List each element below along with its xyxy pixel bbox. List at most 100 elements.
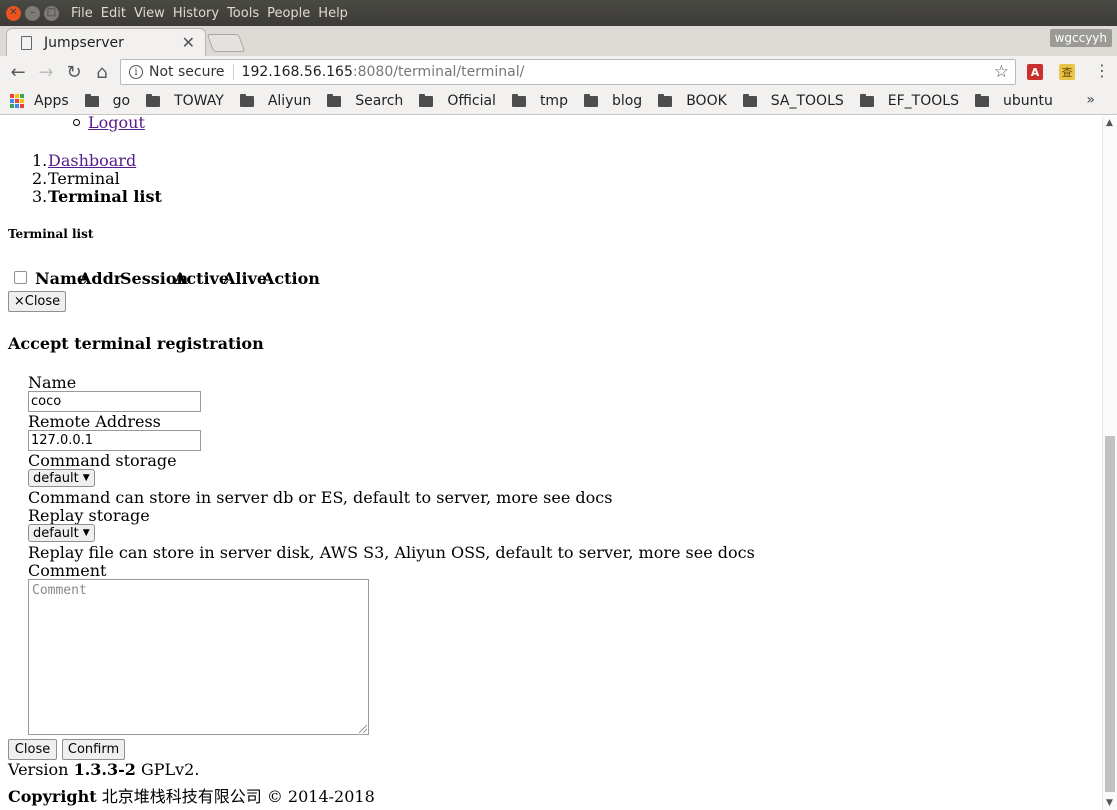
name-input[interactable]: coco xyxy=(28,391,201,412)
scroll-down-icon[interactable]: ▼ xyxy=(1106,798,1113,808)
tab-title: Jumpserver xyxy=(44,34,124,51)
remote-address-input[interactable]: 127.0.0.1 xyxy=(28,430,201,451)
window-close-icon[interactable]: ✕ xyxy=(6,5,21,21)
select-all-checkbox[interactable] xyxy=(14,271,27,284)
menu-history[interactable]: History xyxy=(173,6,219,21)
modal-close-button[interactable]: Close xyxy=(8,739,57,760)
close-x-button[interactable]: ×Close xyxy=(8,291,66,312)
company-name: 北京堆栈科技有限公司 xyxy=(101,787,262,806)
window-maximize-icon[interactable]: □ xyxy=(44,5,59,21)
section-title: Terminal list xyxy=(8,227,94,241)
column-header-action[interactable]: Action xyxy=(262,269,320,288)
menu-help[interactable]: Help xyxy=(318,6,348,21)
folder-icon xyxy=(146,93,161,107)
bookmark-label: Apps xyxy=(34,93,69,109)
menu-view[interactable]: View xyxy=(134,6,165,21)
bookmark-star-icon[interactable]: ☆ xyxy=(994,62,1009,82)
name-label: Name xyxy=(28,373,77,392)
column-header-addr[interactable]: Addr xyxy=(79,269,122,288)
command-storage-select[interactable]: default ▼ xyxy=(28,469,95,487)
resize-grip-icon[interactable] xyxy=(359,725,367,733)
bookmark-label: EF_TOOLS xyxy=(887,93,959,109)
bookmark-folder-blog[interactable]: blog xyxy=(583,93,643,109)
version-number: 1.3.3-2 xyxy=(73,760,136,779)
tab-strip: Jumpserver ✕ wgccyyh xyxy=(0,26,1117,56)
bookmark-label: blog xyxy=(611,93,643,109)
bookmark-folder-book[interactable]: BOOK xyxy=(658,93,727,109)
remote-address-label: Remote Address xyxy=(28,412,161,431)
comment-textarea[interactable]: Comment xyxy=(28,579,369,735)
command-storage-help: Command can store in server db or ES, de… xyxy=(28,488,613,507)
bookmarks-bar: Apps go TOWAY Aliyun Search Official tmp… xyxy=(0,88,1117,115)
info-icon[interactable]: i xyxy=(129,65,143,79)
breadcrumb-number: 2. xyxy=(32,169,48,188)
tab-close-icon[interactable]: ✕ xyxy=(182,33,195,52)
logout-link[interactable]: Logout xyxy=(88,116,145,132)
folder-icon xyxy=(419,93,434,107)
command-storage-value: default xyxy=(33,470,79,486)
scrollbar-thumb[interactable] xyxy=(1105,436,1115,792)
window-minimize-icon[interactable]: – xyxy=(25,5,40,21)
license: GPLv2. xyxy=(140,760,200,779)
bookmark-folder-official[interactable]: Official xyxy=(419,93,496,109)
new-tab-button[interactable] xyxy=(206,34,246,52)
reload-icon[interactable]: ↻ xyxy=(60,62,88,83)
bookmark-folder-toway[interactable]: TOWAY xyxy=(146,93,224,109)
profile-button[interactable]: wgccyyh xyxy=(1049,29,1112,47)
browser-menu-icon[interactable]: ⋮ xyxy=(1094,61,1110,80)
replay-storage-help: Replay file can store in server disk, AW… xyxy=(28,543,755,562)
extension-adobe-icon[interactable]: A xyxy=(1027,64,1043,80)
scroll-up-icon[interactable]: ▲ xyxy=(1106,118,1113,128)
bookmark-folder-go[interactable]: go xyxy=(84,93,130,109)
tab-jumpserver[interactable]: Jumpserver ✕ xyxy=(6,28,206,56)
apps-grid-icon xyxy=(10,94,24,108)
replay-storage-select[interactable]: default ▼ xyxy=(28,524,95,542)
bookmark-folder-ef-tools[interactable]: EF_TOOLS xyxy=(859,93,959,109)
os-titlebar: ✕ – □ File Edit View History Tools Peopl… xyxy=(0,0,1117,26)
confirm-button[interactable]: Confirm xyxy=(62,739,125,760)
home-icon[interactable]: ⌂ xyxy=(88,62,116,83)
url-host: 192.168.56.165 xyxy=(241,64,353,80)
forward-icon[interactable]: → xyxy=(32,62,60,83)
menu-edit[interactable]: Edit xyxy=(101,6,126,21)
folder-icon xyxy=(239,93,254,107)
menu-file[interactable]: File xyxy=(71,6,93,21)
security-status[interactable]: Not secure xyxy=(149,64,225,80)
version-line: Version 1.3.3-2 GPLv2. xyxy=(8,760,199,779)
bookmark-apps[interactable]: Apps xyxy=(0,93,69,109)
bookmark-folder-aliyun[interactable]: Aliyun xyxy=(239,93,312,109)
page-icon xyxy=(21,35,32,50)
replay-storage-value: default xyxy=(33,525,79,541)
version-prefix: Version xyxy=(8,760,69,779)
bookmark-folder-sa-tools[interactable]: SA_TOOLS xyxy=(742,93,844,109)
column-header-active[interactable]: Active xyxy=(174,269,229,288)
menu-tools[interactable]: Tools xyxy=(227,6,259,21)
modal-title: Accept terminal registration xyxy=(8,334,264,353)
breadcrumb-dashboard-link[interactable]: Dashboard xyxy=(48,151,136,170)
bookmark-folder-search[interactable]: Search xyxy=(327,93,403,109)
browser-toolbar: ← → ↻ ⌂ i Not secure 192.168.56.165 :808… xyxy=(0,56,1117,88)
list-bullet-icon xyxy=(73,119,80,126)
folder-icon xyxy=(511,93,526,107)
copyright-label: Copyright xyxy=(8,787,97,806)
page-scrollbar[interactable]: ▲ ▼ xyxy=(1102,116,1117,810)
bookmark-label: Search xyxy=(355,93,404,109)
address-bar[interactable]: i Not secure 192.168.56.165 :8080/termin… xyxy=(120,59,1016,85)
divider xyxy=(232,64,234,80)
bookmark-label: TOWAY xyxy=(174,93,224,109)
bookmark-folder-tmp[interactable]: tmp xyxy=(511,93,568,109)
bookmarks-overflow-icon[interactable]: » xyxy=(1086,92,1095,108)
app-menubar: File Edit View History Tools People Help xyxy=(71,6,356,21)
extension-translate-icon[interactable]: 查 xyxy=(1059,64,1075,80)
folder-icon xyxy=(583,93,598,107)
menu-people[interactable]: People xyxy=(267,6,310,21)
column-header-alive[interactable]: Alive xyxy=(223,269,267,288)
comment-placeholder: Comment xyxy=(32,583,87,598)
back-icon[interactable]: ← xyxy=(4,62,32,83)
bookmark-label: Aliyun xyxy=(267,93,312,109)
folder-icon xyxy=(327,93,342,107)
bookmark-folder-ubuntu[interactable]: ubuntu xyxy=(974,93,1053,109)
bookmark-label: tmp xyxy=(539,93,568,109)
comment-label: Comment xyxy=(28,561,107,580)
command-storage-label: Command storage xyxy=(28,451,177,470)
